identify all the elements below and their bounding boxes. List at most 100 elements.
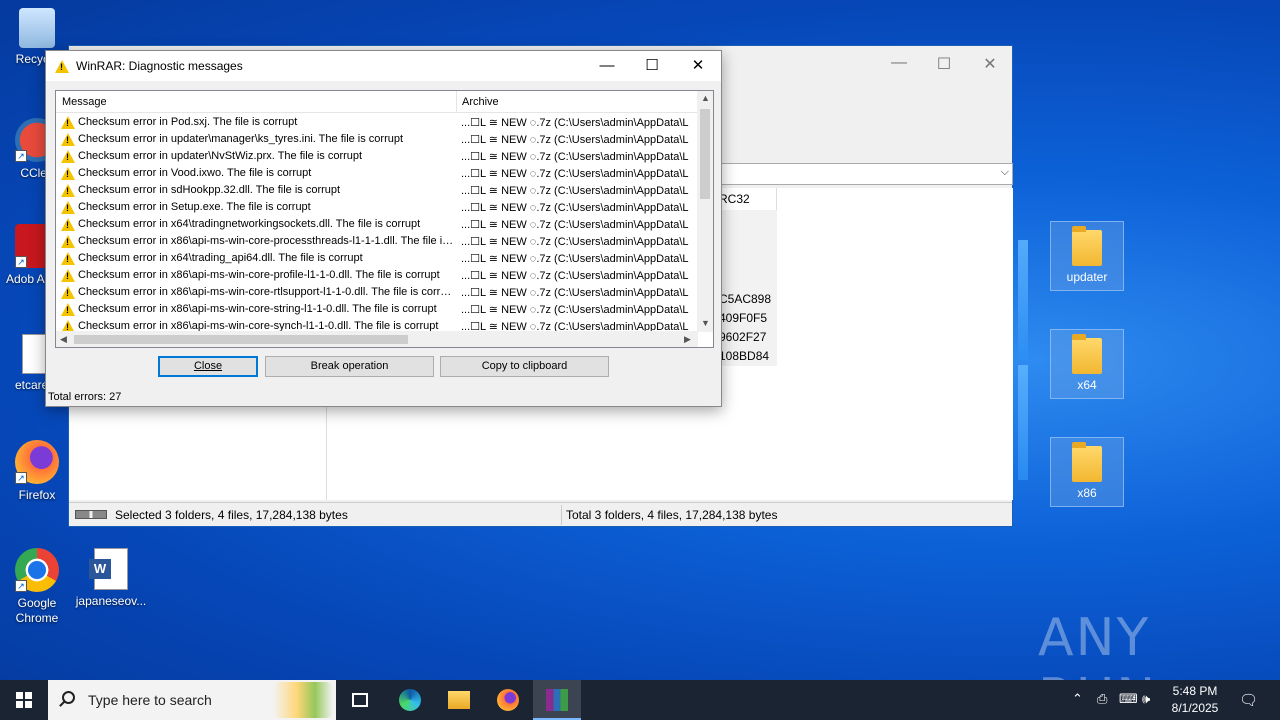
search-box[interactable]: Type here to search bbox=[48, 680, 336, 720]
close-button[interactable]: Close bbox=[158, 356, 258, 377]
message-cell: Checksum error in sdHookpp.32.dll. The f… bbox=[78, 184, 341, 196]
start-button[interactable] bbox=[0, 680, 48, 720]
maximize-icon[interactable]: ☐ bbox=[934, 54, 954, 74]
edge-icon bbox=[399, 689, 421, 711]
system-clock[interactable]: 5:48 PM 8/1/2025 bbox=[1160, 683, 1230, 717]
search-highlight-image bbox=[273, 682, 333, 718]
desktop-folder-x86[interactable]: x86 bbox=[1050, 437, 1124, 507]
copy-to-clipboard-button[interactable]: Copy to clipboard bbox=[440, 356, 609, 377]
shortcut-arrow-icon: ↗ bbox=[15, 150, 27, 162]
archive-cell: ...☐L ≅ NEW ◌.7z (C:\Users\admin\AppData… bbox=[461, 202, 689, 214]
table-row[interactable]: Checksum error in x64\trading_api64.dll.… bbox=[56, 250, 698, 267]
messages-list[interactable]: Message Archive Checksum error in Pod.sx… bbox=[55, 90, 714, 348]
task-view-button[interactable] bbox=[336, 680, 384, 720]
table-row[interactable]: Checksum error in Setup.exe. The file is… bbox=[56, 199, 698, 216]
desktop-folder-updater[interactable]: updater bbox=[1050, 221, 1124, 291]
archive-cell: ...☐L ≅ NEW ◌.7z (C:\Users\admin\AppData… bbox=[461, 151, 689, 163]
dialog-titlebar[interactable]: WinRAR: Diagnostic messages — ☐ ✕ bbox=[46, 51, 721, 81]
column-header-archive[interactable]: Archive bbox=[462, 96, 499, 108]
crc-value: C5AC898 bbox=[719, 292, 772, 306]
warning-icon bbox=[61, 218, 75, 231]
scroll-thumb[interactable] bbox=[74, 335, 408, 344]
message-cell: Checksum error in x64\tradingnetworkings… bbox=[78, 218, 421, 230]
taskbar: Type here to search ⌃ ⎙ ⌨ 🕪 5:48 PM 8/1/… bbox=[0, 680, 1280, 720]
warning-icon bbox=[55, 60, 69, 73]
table-row[interactable]: Checksum error in Vood.ixwo. The file is… bbox=[56, 165, 698, 182]
recycle-bin-icon bbox=[19, 8, 55, 48]
firefox-icon: ↗ bbox=[15, 440, 59, 484]
table-row[interactable]: Checksum error in updater\manager\ks_tyr… bbox=[56, 131, 698, 148]
network-icon[interactable]: ⌨ bbox=[1119, 691, 1138, 707]
notifications-icon[interactable]: 🗨 bbox=[1239, 691, 1258, 709]
volume-icon[interactable]: 🕪 bbox=[1142, 691, 1150, 707]
scroll-right-icon[interactable]: ▶ bbox=[684, 334, 691, 345]
taskbar-file-explorer[interactable] bbox=[435, 680, 483, 720]
desktop-icon-label: Firefox bbox=[18, 488, 56, 502]
warning-icon bbox=[61, 252, 75, 265]
drive-icon bbox=[75, 510, 107, 519]
scroll-down-icon[interactable]: ▼ bbox=[701, 318, 710, 328]
address-dropdown[interactable]: ⌵ bbox=[719, 163, 1013, 185]
minimize-button[interactable]: — bbox=[584, 54, 630, 80]
shortcut-arrow-icon: ↗ bbox=[15, 472, 27, 484]
horizontal-scrollbar[interactable]: ◀ ▶ bbox=[56, 331, 698, 347]
scroll-thumb[interactable] bbox=[700, 109, 710, 199]
desktop-icon-word-doc[interactable]: W japaneseov... bbox=[74, 548, 148, 609]
desktop-icon-firefox[interactable]: ↗ Firefox bbox=[0, 440, 74, 503]
show-hidden-icons[interactable]: ⌃ bbox=[1072, 691, 1083, 707]
table-row[interactable]: Checksum error in x86\api-ms-win-core-rt… bbox=[56, 284, 698, 301]
message-cell: Checksum error in x86\api-ms-win-core-pr… bbox=[78, 269, 440, 281]
desktop-folder-x64[interactable]: x64 bbox=[1050, 329, 1124, 399]
message-cell: Checksum error in updater\manager\ks_tyr… bbox=[78, 133, 404, 145]
folder-label: x64 bbox=[1077, 378, 1097, 392]
diagnostic-dialog: WinRAR: Diagnostic messages — ☐ ✕ Messag… bbox=[45, 50, 722, 407]
message-cell: Checksum error in Vood.ixwo. The file is… bbox=[78, 167, 312, 179]
desktop-icon-label: japaneseov... bbox=[75, 594, 147, 608]
table-row[interactable]: Checksum error in x86\api-ms-win-core-pr… bbox=[56, 267, 698, 284]
archive-cell: ...☐L ≅ NEW ◌.7z (C:\Users\admin\AppData… bbox=[461, 253, 689, 265]
archive-cell: ...☐L ≅ NEW ◌.7z (C:\Users\admin\AppData… bbox=[461, 219, 689, 231]
break-operation-button[interactable]: Break operation bbox=[265, 356, 434, 377]
total-errors: Total errors: 27 bbox=[48, 391, 122, 403]
table-row[interactable]: Checksum error in x64\tradingnetworkings… bbox=[56, 216, 698, 233]
close-icon[interactable]: ✕ bbox=[980, 54, 1000, 74]
taskbar-edge[interactable] bbox=[386, 680, 434, 720]
minimize-icon[interactable]: — bbox=[889, 54, 909, 72]
maximize-button[interactable]: ☐ bbox=[629, 54, 675, 80]
table-row[interactable]: Checksum error in sdHookpp.32.dll. The f… bbox=[56, 182, 698, 199]
desktop-icon-chrome[interactable]: ↗ Google Chrome bbox=[0, 548, 74, 626]
scroll-left-icon[interactable]: ◀ bbox=[60, 334, 67, 345]
table-row[interactable]: Checksum error in updater\NvStWiz.prx. T… bbox=[56, 148, 698, 165]
message-cell: Checksum error in Setup.exe. The file is… bbox=[78, 201, 311, 213]
chevron-down-icon: ⌵ bbox=[1000, 166, 1009, 178]
table-row[interactable]: Checksum error in x86\api-ms-win-core-pr… bbox=[56, 233, 698, 250]
warning-icon bbox=[61, 303, 75, 316]
message-cell: Checksum error in x86\api-ms-win-core-pr… bbox=[78, 235, 454, 247]
scroll-up-icon[interactable]: ▲ bbox=[701, 93, 710, 103]
table-row[interactable]: Checksum error in Pod.sxj. The file is c… bbox=[56, 114, 698, 131]
message-cell: Checksum error in x86\api-ms-win-core-rt… bbox=[78, 286, 454, 298]
crc-value: 108BD84 bbox=[719, 349, 770, 363]
firefox-icon bbox=[497, 689, 519, 711]
archive-cell: ...☐L ≅ NEW ◌.7z (C:\Users\admin\AppData… bbox=[461, 168, 689, 180]
dialog-title: WinRAR: Diagnostic messages bbox=[76, 59, 243, 73]
status-selected: Selected 3 folders, 4 files, 17,284,138 … bbox=[115, 508, 348, 522]
column-header-message[interactable]: Message bbox=[62, 96, 107, 108]
archive-cell: ...☐L ≅ NEW ◌.7z (C:\Users\admin\AppData… bbox=[461, 134, 689, 146]
list-header: Message Archive bbox=[56, 91, 698, 113]
archive-cell: ...☐L ≅ NEW ◌.7z (C:\Users\admin\AppData… bbox=[461, 304, 689, 316]
vertical-scrollbar[interactable]: ▲ ▼ bbox=[697, 91, 713, 332]
taskbar-winrar[interactable] bbox=[533, 680, 581, 720]
taskbar-firefox[interactable] bbox=[484, 680, 532, 720]
task-view-icon bbox=[352, 693, 368, 707]
archive-cell: ...☐L ≅ NEW ◌.7z (C:\Users\admin\AppData… bbox=[461, 287, 689, 299]
search-icon bbox=[62, 691, 75, 704]
close-window-button[interactable]: ✕ bbox=[675, 54, 721, 80]
message-cell: Checksum error in x86\api-ms-win-core-st… bbox=[78, 303, 437, 315]
table-row[interactable]: Checksum error in x86\api-ms-win-core-st… bbox=[56, 301, 698, 318]
device-icon[interactable]: ⎙ bbox=[1097, 691, 1107, 707]
folder-label: updater bbox=[1066, 270, 1108, 284]
warning-icon bbox=[61, 184, 75, 197]
warning-icon bbox=[61, 116, 75, 129]
column-header-crc[interactable]: RC32 bbox=[717, 188, 777, 210]
